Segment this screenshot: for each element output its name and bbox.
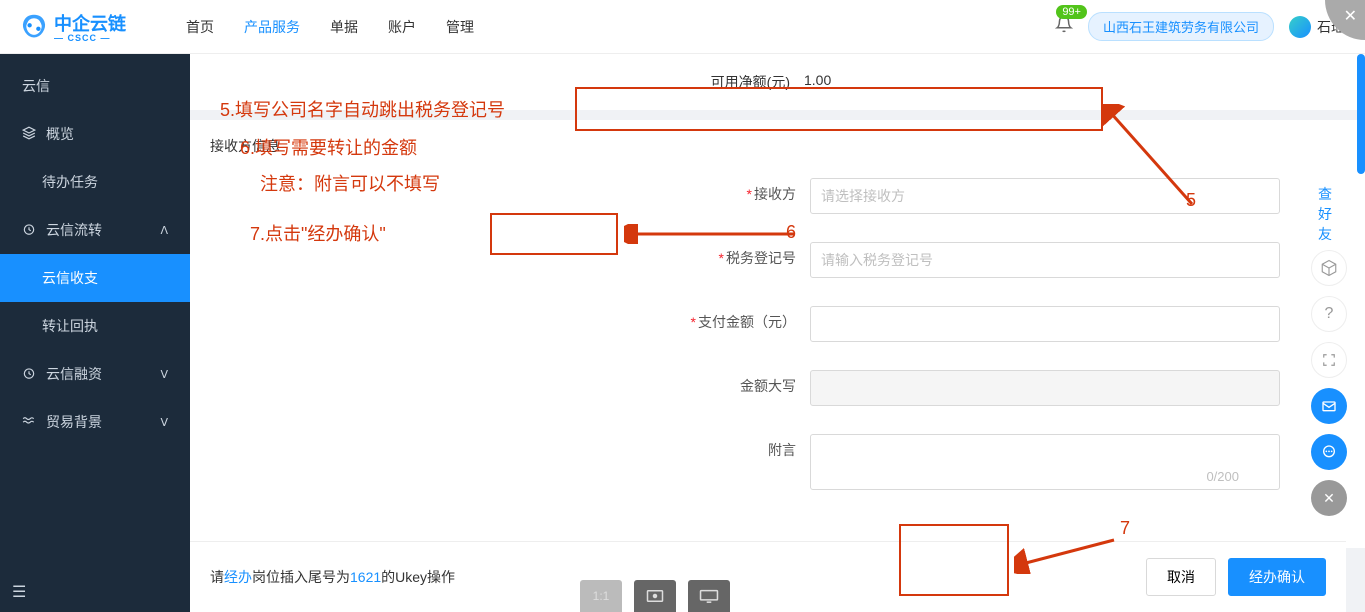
tax-row: *税务登记号 xyxy=(210,242,1345,278)
annotation-6b: 注意：附言可以不填写 xyxy=(260,170,440,196)
annotation-6: 6.填写需要转让的金额 xyxy=(240,134,417,160)
annotation-num-7: 7 xyxy=(1120,518,1130,539)
sidebar-item-transfer[interactable]: 云信流转 ᐱ xyxy=(0,206,190,254)
sidebar-item-overview[interactable]: 概览 xyxy=(0,110,190,158)
nav-manage[interactable]: 管理 xyxy=(446,12,474,42)
nav-account[interactable]: 账户 xyxy=(388,12,416,42)
annotation-box-recipient xyxy=(575,87,1103,131)
sidebar-item-label: 概览 xyxy=(46,124,74,144)
sidebar-item-label: 云信流转 xyxy=(46,220,102,240)
sidebar-item-label: 待办任务 xyxy=(42,172,98,192)
nav-products[interactable]: 产品服务 xyxy=(244,12,300,42)
annotation-num-5: 5 xyxy=(1186,190,1196,211)
help-rail: ? ✕ xyxy=(1311,250,1347,516)
rail-cube-button[interactable] xyxy=(1311,250,1347,286)
sidebar-item-income-expense[interactable]: 云信收支 xyxy=(0,254,190,302)
sidebar-item-receipts[interactable]: 转让回执 xyxy=(0,302,190,350)
company-selector[interactable]: 山西石王建筑劳务有限公司 xyxy=(1088,12,1274,41)
sidebar-item-trade[interactable]: 贸易背景 ᐯ xyxy=(0,398,190,446)
dashboard-icon xyxy=(22,222,36,239)
layers-icon xyxy=(22,126,36,143)
confirm-button[interactable]: 经办确认 xyxy=(1228,558,1326,596)
rail-close-button[interactable]: ✕ xyxy=(1311,480,1347,516)
sidebar-item-label: 转让回执 xyxy=(42,316,98,336)
notification-bell[interactable]: 99+ xyxy=(1055,15,1073,38)
notification-badge: 99+ xyxy=(1056,5,1087,19)
annotation-5: 5.填写公司名字自动跳出税务登记号 xyxy=(220,96,505,122)
sidebar-item-label: 云信 xyxy=(22,76,50,96)
amount-label: *支付金额（元） xyxy=(210,306,810,332)
footer: 请经办岗位插入尾号为1621的Ukey操作 取消 经办确认 xyxy=(190,541,1346,612)
annotation-arrow-6 xyxy=(624,224,804,244)
footer-ukey-text: 请经办岗位插入尾号为1621的Ukey操作 xyxy=(210,567,455,587)
header: 中企云链 — CSCC — 首页 产品服务 单据 账户 管理 99+ 山西石王建… xyxy=(0,0,1365,54)
cancel-button[interactable]: 取消 xyxy=(1146,558,1216,596)
image-viewer-toolbar: 1:1 xyxy=(580,580,730,612)
sidebar-item-label: 贸易背景 xyxy=(46,412,102,432)
annotation-box-confirm xyxy=(899,524,1009,596)
avatar xyxy=(1289,16,1311,38)
amount-caps-row: 金额大写 xyxy=(210,370,1345,406)
memo-label: 附言 xyxy=(210,434,810,460)
check-friends-link[interactable]: 查好友 xyxy=(1318,184,1345,244)
recipient-input[interactable] xyxy=(810,178,1280,214)
sidebar-item-yunxin[interactable]: 云信 xyxy=(0,62,190,110)
logo[interactable]: 中企云链 — CSCC — xyxy=(20,10,126,43)
amount-caps-input[interactable] xyxy=(810,370,1280,406)
logo-icon xyxy=(20,13,48,41)
zoom-fit-button[interactable] xyxy=(634,580,676,612)
recipient-section: 接收方信息 *接收方 查好友 *税务登记号 *支付金额（元） 金额大写 xyxy=(190,120,1365,548)
amount-caps-label: 金额大写 xyxy=(210,370,810,396)
rail-chat-button[interactable] xyxy=(1311,434,1347,470)
rail-help-button[interactable]: ? xyxy=(1311,296,1347,332)
zoom-screen-button[interactable] xyxy=(688,580,730,612)
nav-home[interactable]: 首页 xyxy=(186,12,214,42)
annotation-num-6: 6 xyxy=(786,222,796,243)
sidebar-item-tasks[interactable]: 待办任务 xyxy=(0,158,190,206)
zoom-actual-button[interactable]: 1:1 xyxy=(580,580,622,612)
scrollbar-thumb[interactable] xyxy=(1357,54,1365,174)
amount-input[interactable] xyxy=(810,306,1280,342)
sidebar: 云信 概览 待办任务 云信流转 ᐱ 云信收支 转让回执 云信融资 ᐯ 贸易背景 … xyxy=(0,54,190,612)
amount-row: *支付金额（元） xyxy=(210,306,1345,342)
memo-char-count: 0/200 xyxy=(1206,469,1239,484)
nav-documents[interactable]: 单据 xyxy=(330,12,358,42)
chevron-down-icon: ᐯ xyxy=(160,416,168,429)
sidebar-item-label: 云信收支 xyxy=(42,268,98,288)
sidebar-item-label: 云信融资 xyxy=(46,364,102,384)
rail-fullscreen-button[interactable] xyxy=(1311,342,1347,378)
sidebar-collapse-button[interactable]: ☰ xyxy=(12,582,26,602)
bell-icon xyxy=(1055,17,1073,37)
annotation-box-amount xyxy=(490,213,618,255)
annotation-arrow-7 xyxy=(1014,534,1124,574)
rail-mail-button[interactable] xyxy=(1311,388,1347,424)
header-right: 99+ 山西石王建筑劳务有限公司 石瑶 xyxy=(1055,12,1345,41)
tax-input[interactable] xyxy=(810,242,1280,278)
top-nav: 首页 产品服务 单据 账户 管理 xyxy=(186,12,474,42)
main: 云信 概览 待办任务 云信流转 ᐱ 云信收支 转让回执 云信融资 ᐯ 贸易背景 … xyxy=(0,54,1365,612)
chevron-up-icon: ᐱ xyxy=(160,224,168,237)
waves-icon xyxy=(22,414,36,431)
sidebar-item-financing[interactable]: 云信融资 ᐯ xyxy=(0,350,190,398)
content: 可用净额(元) 1.00 接收方信息 *接收方 查好友 *税务登记号 *支付金额… xyxy=(190,54,1365,612)
annotation-7: 7.点击"经办确认" xyxy=(250,220,386,246)
chevron-down-icon: ᐯ xyxy=(160,368,168,381)
dashboard-icon xyxy=(22,366,36,383)
memo-row: 附言 0/200 xyxy=(210,434,1345,490)
